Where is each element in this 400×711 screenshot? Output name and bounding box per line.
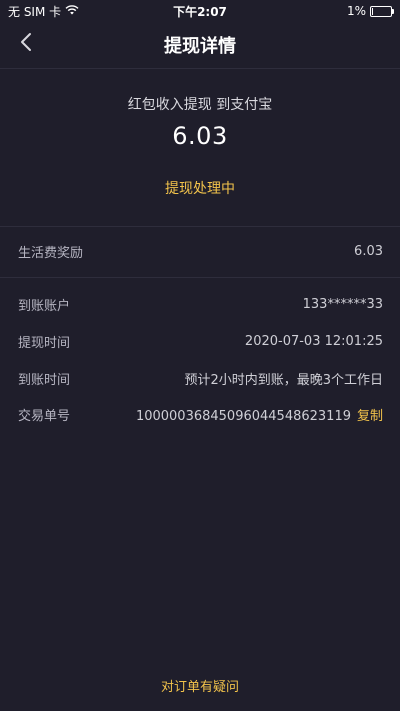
carrier-text: 无 SIM 卡	[8, 4, 62, 19]
reward-row: 生活费奖励 6.03	[18, 240, 383, 262]
arrival-time-row: 到账时间 预计2小时内到账，最晚3个工作日	[18, 367, 383, 389]
arrival-time-value: 预计2小时内到账，最晚3个工作日	[184, 372, 383, 388]
back-button[interactable]	[12, 30, 40, 58]
header-divider	[0, 68, 400, 69]
withdraw-subtitle: 红包收入提现 到支付宝	[127, 97, 273, 113]
copy-button[interactable]: 复制	[357, 409, 383, 424]
order-number-group: 10000036845096044548623119 复制	[136, 405, 383, 424]
summary-divider	[0, 226, 400, 227]
order-question-link[interactable]: 对订单有疑问	[0, 676, 400, 695]
battery-text: 1%	[346, 4, 366, 18]
status-right: 1%	[346, 4, 394, 18]
battery-icon	[370, 5, 394, 17]
details-divider	[0, 277, 400, 278]
status-left: 无 SIM 卡	[8, 3, 79, 20]
nav-bar: 提现详情	[0, 22, 400, 68]
reward-value: 6.03	[354, 243, 383, 259]
order-number-row: 交易单号 10000036845096044548623119 复制	[18, 403, 383, 425]
withdraw-summary: 红包收入提现 到支付宝 6.03 提现处理中	[0, 94, 400, 198]
reward-label: 生活费奖励	[18, 245, 84, 261]
wifi-icon	[65, 4, 79, 18]
withdraw-time-row: 提现时间 2020-07-03 12:01:25	[18, 330, 383, 352]
order-number-value: 10000036845096044548623119	[135, 408, 351, 424]
account-value: 133******33	[302, 296, 383, 312]
withdraw-time-label: 提现时间	[18, 335, 71, 351]
status-bar: 无 SIM 卡 下午2:07 1%	[0, 0, 400, 22]
withdraw-status: 提现处理中	[165, 181, 235, 197]
withdraw-time-value: 2020-07-03 12:01:25	[244, 333, 383, 349]
account-label: 到账账户	[18, 298, 71, 314]
withdraw-amount: 6.03	[172, 122, 228, 150]
chevron-left-icon	[19, 32, 33, 56]
arrival-time-label: 到账时间	[18, 372, 71, 388]
order-number-label: 交易单号	[18, 408, 71, 424]
page-title: 提现详情	[164, 36, 236, 57]
account-row: 到账账户 133******33	[18, 293, 383, 315]
